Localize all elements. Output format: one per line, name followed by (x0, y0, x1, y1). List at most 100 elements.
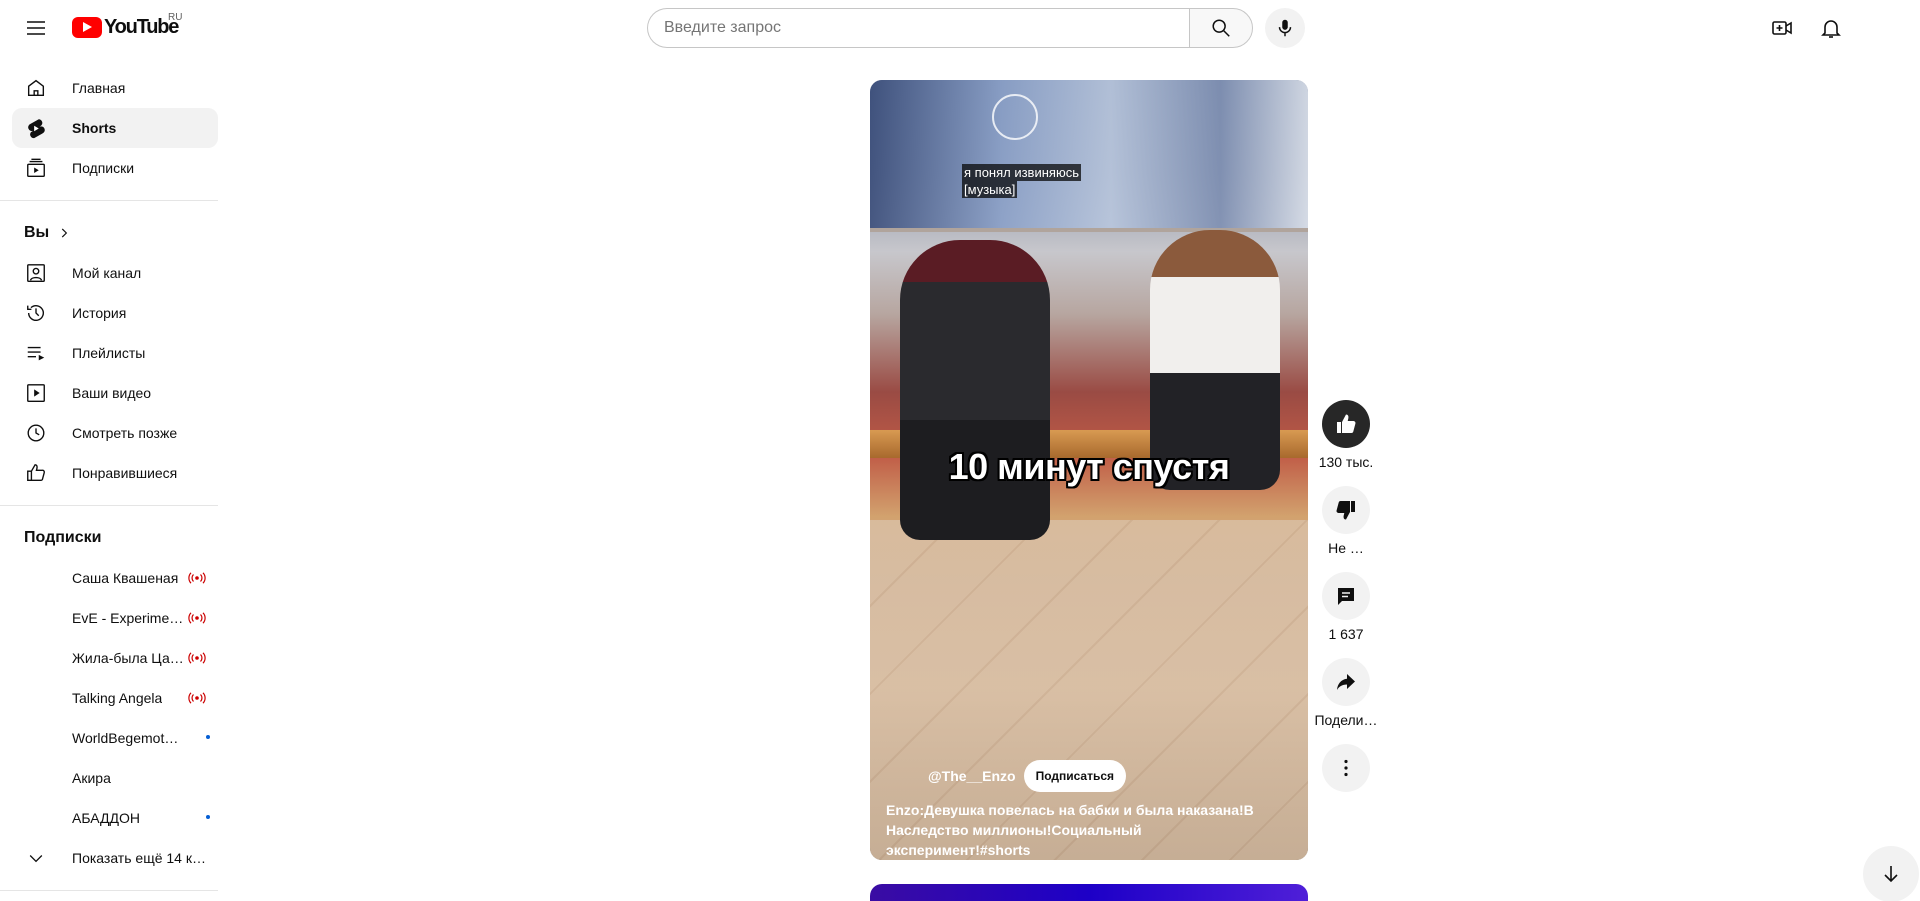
next-short-preview[interactable] (870, 884, 1308, 901)
history-icon (24, 301, 48, 325)
sidebar-item-liked[interactable]: Понравившиеся (12, 453, 218, 493)
sidebar-item-my-channel[interactable]: Мой канал (12, 253, 218, 293)
chevron-down-icon (24, 846, 48, 870)
more-vertical-icon (1344, 759, 1348, 777)
sidebar-item-history[interactable]: История (12, 293, 218, 333)
sidebar-divider (0, 200, 218, 201)
share-label: Подели… (1314, 712, 1378, 728)
arrow-down-icon (1884, 866, 1898, 883)
sidebar-item-watch-later[interactable]: Смотреть позже (12, 413, 218, 453)
sidebar: Главная Shorts Подписки Вы Мой канал Ист… (0, 56, 230, 901)
liked-icon (24, 461, 48, 485)
channel-icon (24, 261, 48, 285)
sidebar-item-your-videos[interactable]: Ваши видео (12, 373, 218, 413)
chevron-right-icon (57, 226, 71, 240)
subscribe-button[interactable]: Подписаться (1023, 760, 1127, 792)
you-section-title: Вы (24, 224, 50, 241)
video-person-left (900, 240, 1050, 540)
region-code: RU (168, 12, 183, 23)
search-button[interactable] (1189, 8, 1253, 48)
like-button[interactable] (1322, 400, 1370, 448)
more-options-button[interactable] (1322, 744, 1370, 792)
home-icon (24, 76, 48, 100)
show-more-button[interactable]: Показать ещё 14 к… (12, 838, 218, 878)
sidebar-divider (0, 505, 218, 506)
subscription-label: Саша Квашеная (72, 570, 179, 586)
search-bar (647, 8, 1305, 48)
like-count: 130 тыс. (1318, 454, 1374, 470)
subscription-label: EvE - Experiment… (72, 610, 184, 626)
sidebar-item-label: Главная (72, 80, 126, 96)
comment-icon (1338, 588, 1354, 605)
shorts-video-player[interactable]: я понял извиняюсь [музыка] 10 минут спус… (870, 80, 1308, 860)
sidebar-divider (0, 890, 218, 891)
dislike-action: Не … (1318, 486, 1374, 556)
comments-button[interactable] (1322, 572, 1370, 620)
hamburger-icon (27, 21, 45, 35)
search-input[interactable] (647, 8, 1189, 48)
subscription-item[interactable]: Акира (12, 758, 218, 798)
search-icon (1212, 19, 1230, 37)
share-button[interactable] (1322, 658, 1370, 706)
store-logo-graphic (992, 94, 1038, 140)
video-title[interactable]: Enzo:Девушка повелась на бабки и была на… (886, 800, 1286, 860)
sidebar-item-label: Shorts (72, 120, 117, 136)
top-bar: YouTube RU (0, 0, 1920, 56)
comments-action: 1 637 (1318, 572, 1374, 642)
youtube-logo[interactable]: YouTube (72, 16, 179, 38)
subscription-label: WorldBegemotK… (72, 730, 184, 746)
sidebar-item-label: История (72, 305, 127, 321)
share-action: Подели… (1314, 658, 1378, 728)
youtube-play-icon (72, 16, 102, 38)
sidebar-item-label: Понравившиеся (72, 465, 178, 481)
more-action (1318, 744, 1374, 792)
notifications-button[interactable] (1811, 8, 1851, 48)
dislike-button[interactable] (1322, 486, 1370, 534)
new-content-dot (206, 815, 210, 819)
microphone-icon (1278, 19, 1292, 37)
subscriptions-section-title: Подписки (24, 529, 102, 546)
thumbs-down-icon (1336, 501, 1355, 520)
sidebar-item-label: Мой канал (72, 265, 142, 281)
sidebar-item-shorts[interactable]: Shorts (12, 108, 218, 148)
live-icon (188, 651, 206, 669)
menu-button[interactable] (16, 8, 56, 48)
sidebar-item-label: Смотреть позже (72, 425, 178, 441)
comments-count: 1 637 (1328, 626, 1364, 642)
subscription-item[interactable]: EvE - Experiment… (12, 598, 218, 638)
subscription-item[interactable]: Talking Angela (12, 678, 218, 718)
sidebar-item-subscriptions[interactable]: Подписки (12, 148, 218, 188)
subscription-label: АБАДДОН (72, 810, 140, 826)
subscription-item[interactable]: WorldBegemotK… (12, 718, 218, 758)
channel-row: @The__Enzo Подписаться (928, 760, 1127, 792)
share-arrow-icon (1337, 674, 1355, 690)
subtitle-line-2: [музыка] (962, 181, 1018, 198)
subscription-item[interactable]: Саша Квашеная (12, 558, 218, 598)
create-video-icon (1772, 21, 1792, 35)
voice-search-button[interactable] (1265, 8, 1305, 48)
subtitle-line-1: я понял извиняюсь (962, 164, 1081, 181)
subscription-label: Акира (72, 770, 111, 786)
sidebar-item-playlists[interactable]: Плейлисты (12, 333, 218, 373)
sidebar-item-label: Ваши видео (72, 385, 152, 401)
playlists-icon (24, 341, 48, 365)
sidebar-item-home[interactable]: Главная (12, 68, 218, 108)
shorts-icon (24, 116, 48, 140)
video-frame-background (870, 80, 1308, 230)
subscription-label: Жила-была Цар… (72, 650, 184, 666)
bell-icon (1821, 20, 1841, 38)
create-button[interactable] (1762, 8, 1802, 48)
show-more-label: Показать ещё 14 к… (72, 850, 206, 866)
channel-handle-link[interactable]: @The__Enzo (928, 768, 1016, 784)
thumbs-up-icon (1337, 414, 1356, 433)
subscription-item[interactable]: АБАДДОН (12, 798, 218, 838)
next-video-button[interactable] (1863, 846, 1919, 901)
like-action: 130 тыс. (1318, 400, 1374, 470)
you-section-header[interactable]: Вы (12, 213, 218, 253)
sidebar-item-label: Плейлисты (72, 345, 146, 361)
subscription-item[interactable]: Жила-была Цар… (12, 638, 218, 678)
watch-later-icon (24, 421, 48, 445)
live-icon (188, 571, 206, 589)
shorts-actions: 130 тыс. Не … 1 637 Подели… (1314, 400, 1378, 808)
video-overlay-text: 10 минут спустя (948, 446, 1230, 487)
